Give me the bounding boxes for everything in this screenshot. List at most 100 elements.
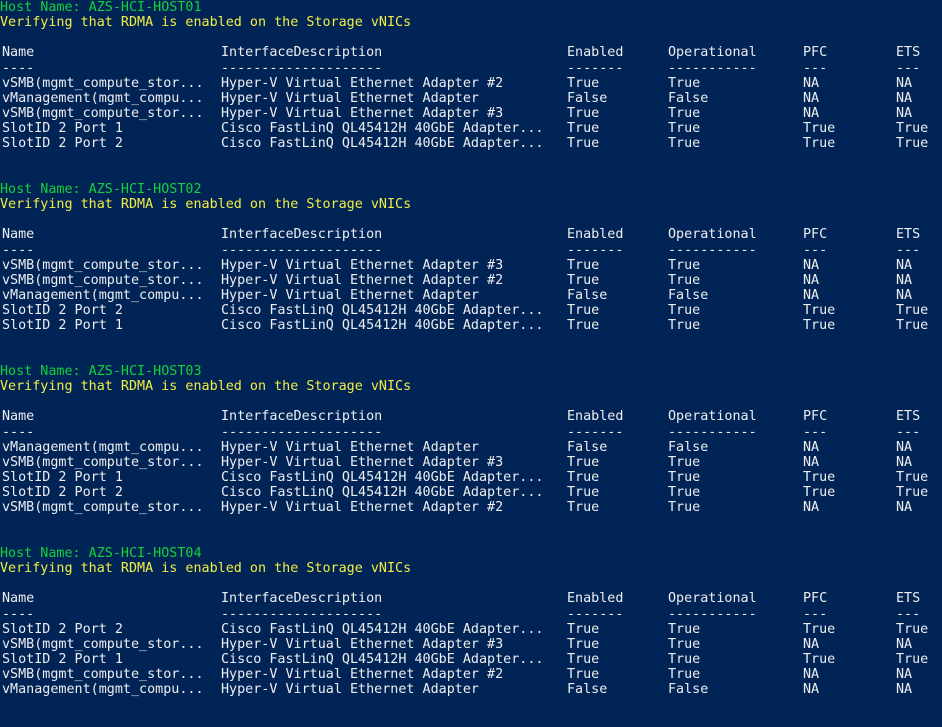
cell-description: Hyper-V Virtual Ethernet Adapter #2 <box>221 500 504 516</box>
cell-ets: True <box>896 485 929 501</box>
cell-pfc: NA <box>803 439 820 455</box>
cell-description: Cisco FastLinQ QL45412H 40GbE Adapter... <box>221 485 544 501</box>
cell-description: Cisco FastLinQ QL45412H 40GbE Adapter... <box>221 136 544 152</box>
cell-ets: NA <box>896 439 913 455</box>
column-underline-name: ---- <box>2 606 35 622</box>
cell-pfc: NA <box>803 272 820 288</box>
column-header-pfc: PFC <box>803 409 828 425</box>
powershell-console[interactable]: Host Name: AZS-HCI-HOST01 Verifying that … <box>0 0 942 727</box>
table-row: vSMB(mgmt_compute_stor... Hyper-V Virtual… <box>0 637 942 652</box>
cell-name: vSMB(mgmt_compute_stor... <box>2 636 204 652</box>
host-name-line-2: Host Name: AZS-HCI-HOST02 <box>0 182 202 197</box>
column-underline-operational: ----------- <box>668 242 757 258</box>
cell-pfc: NA <box>803 682 820 698</box>
table-header-underline-1: ---- -------------------- ------- ---------… <box>0 61 942 76</box>
cell-pfc: NA <box>803 667 820 683</box>
host-name-line-1: Host Name: AZS-HCI-HOST01 <box>0 0 202 15</box>
column-underline-name: ---- <box>2 424 35 440</box>
column-header-description: InterfaceDescription <box>221 409 383 425</box>
cell-enabled: False <box>567 288 608 304</box>
cell-description: Cisco FastLinQ QL45412H 40GbE Adapter... <box>221 303 544 319</box>
cell-enabled: True <box>567 75 600 91</box>
cell-enabled: True <box>567 667 600 683</box>
table-row: SlotID 2 Port 2 Cisco FastLinQ QL45412H 4… <box>0 303 942 318</box>
cell-description: Cisco FastLinQ QL45412H 40GbE Adapter... <box>221 121 544 137</box>
cell-description: Cisco FastLinQ QL45412H 40GbE Adapter... <box>221 652 544 668</box>
column-header-pfc: PFC <box>803 227 828 243</box>
host-name-line-3: Host Name: AZS-HCI-HOST03 <box>0 364 202 379</box>
cell-ets: NA <box>896 682 913 698</box>
cell-pfc: True <box>803 121 836 137</box>
cell-operational: True <box>668 303 701 319</box>
cell-name: vSMB(mgmt_compute_stor... <box>2 257 204 273</box>
cell-name: SlotID 2 Port 1 <box>2 652 123 668</box>
column-underline-ets: --- <box>896 242 921 258</box>
cell-description: Hyper-V Virtual Ethernet Adapter #2 <box>221 272 504 288</box>
column-header-name: Name <box>2 45 35 61</box>
table-row: SlotID 2 Port 1 Cisco FastLinQ QL45412H 4… <box>0 121 942 136</box>
cell-ets: True <box>896 621 929 637</box>
cell-ets: True <box>896 121 929 137</box>
table-row: vSMB(mgmt_compute_stor... Hyper-V Virtual… <box>0 258 942 273</box>
cell-operational: False <box>668 682 709 698</box>
cell-operational: True <box>668 136 701 152</box>
table-row: SlotID 2 Port 2 Cisco FastLinQ QL45412H 4… <box>0 136 942 151</box>
cell-enabled: True <box>567 470 600 486</box>
cell-name: vManagement(mgmt_compu... <box>2 288 204 304</box>
table-header-underline-2: ---- -------------------- ------- ---------… <box>0 243 942 258</box>
cell-ets: NA <box>896 106 913 122</box>
cell-name: vSMB(mgmt_compute_stor... <box>2 667 204 683</box>
table-row: vSMB(mgmt_compute_stor... Hyper-V Virtual… <box>0 273 942 288</box>
cell-name: vManagement(mgmt_compu... <box>2 439 204 455</box>
column-underline-description: -------------------- <box>221 606 383 622</box>
table-header-underline-4: ---- -------------------- ------- ---------… <box>0 607 942 622</box>
column-header-enabled: Enabled <box>567 591 624 607</box>
verify-line-4: Verifying that RDMA is enabled on the St… <box>0 561 412 577</box>
cell-description: Hyper-V Virtual Ethernet Adapter #3 <box>221 454 504 470</box>
cell-operational: True <box>668 500 701 516</box>
cell-enabled: True <box>567 136 600 152</box>
column-header-enabled: Enabled <box>567 45 624 61</box>
cell-ets: True <box>896 470 929 486</box>
cell-name: vSMB(mgmt_compute_stor... <box>2 272 204 288</box>
cell-pfc: True <box>803 652 836 668</box>
column-header-ets: ETS <box>896 591 921 607</box>
column-header-description: InterfaceDescription <box>221 45 383 61</box>
cell-pfc: NA <box>803 106 820 122</box>
cell-description: Cisco FastLinQ QL45412H 40GbE Adapter... <box>221 318 544 334</box>
verify-line-3: Verifying that RDMA is enabled on the St… <box>0 379 412 395</box>
cell-pfc: True <box>803 136 836 152</box>
cell-operational: True <box>668 75 701 91</box>
cell-ets: NA <box>896 667 913 683</box>
table-row: SlotID 2 Port 1 Cisco FastLinQ QL45412H 4… <box>0 652 942 667</box>
table-row: vManagement(mgmt_compu... Hyper-V Virtual… <box>0 288 942 303</box>
column-underline-enabled: ------- <box>567 606 624 622</box>
column-underline-ets: --- <box>896 606 921 622</box>
column-header-ets: ETS <box>896 227 921 243</box>
cell-enabled: True <box>567 303 600 319</box>
cell-enabled: False <box>567 90 608 106</box>
table-row: vManagement(mgmt_compu... Hyper-V Virtual… <box>0 91 942 106</box>
cell-enabled: False <box>567 682 608 698</box>
verify-line-1: Verifying that RDMA is enabled on the St… <box>0 15 412 31</box>
cell-name: SlotID 2 Port 2 <box>2 621 123 637</box>
cell-name: vSMB(mgmt_compute_stor... <box>2 454 204 470</box>
column-underline-pfc: --- <box>803 606 828 622</box>
cell-pfc: True <box>803 485 836 501</box>
table-row: vSMB(mgmt_compute_stor... Hyper-V Virtual… <box>0 667 942 682</box>
column-header-ets: ETS <box>896 45 921 61</box>
cell-pfc: NA <box>803 257 820 273</box>
cell-description: Hyper-V Virtual Ethernet Adapter <box>221 288 479 304</box>
table-row: vSMB(mgmt_compute_stor... Hyper-V Virtual… <box>0 455 942 470</box>
column-underline-operational: ----------- <box>668 606 757 622</box>
column-underline-pfc: --- <box>803 424 828 440</box>
cell-pfc: True <box>803 621 836 637</box>
cell-enabled: True <box>567 500 600 516</box>
cell-operational: True <box>668 257 701 273</box>
cell-description: Hyper-V Virtual Ethernet Adapter <box>221 90 479 106</box>
cell-operational: True <box>668 485 701 501</box>
table-row: SlotID 2 Port 1 Cisco FastLinQ QL45412H 4… <box>0 470 942 485</box>
verify-line-2: Verifying that RDMA is enabled on the St… <box>0 197 412 213</box>
cell-operational: True <box>668 454 701 470</box>
cell-ets: NA <box>896 454 913 470</box>
